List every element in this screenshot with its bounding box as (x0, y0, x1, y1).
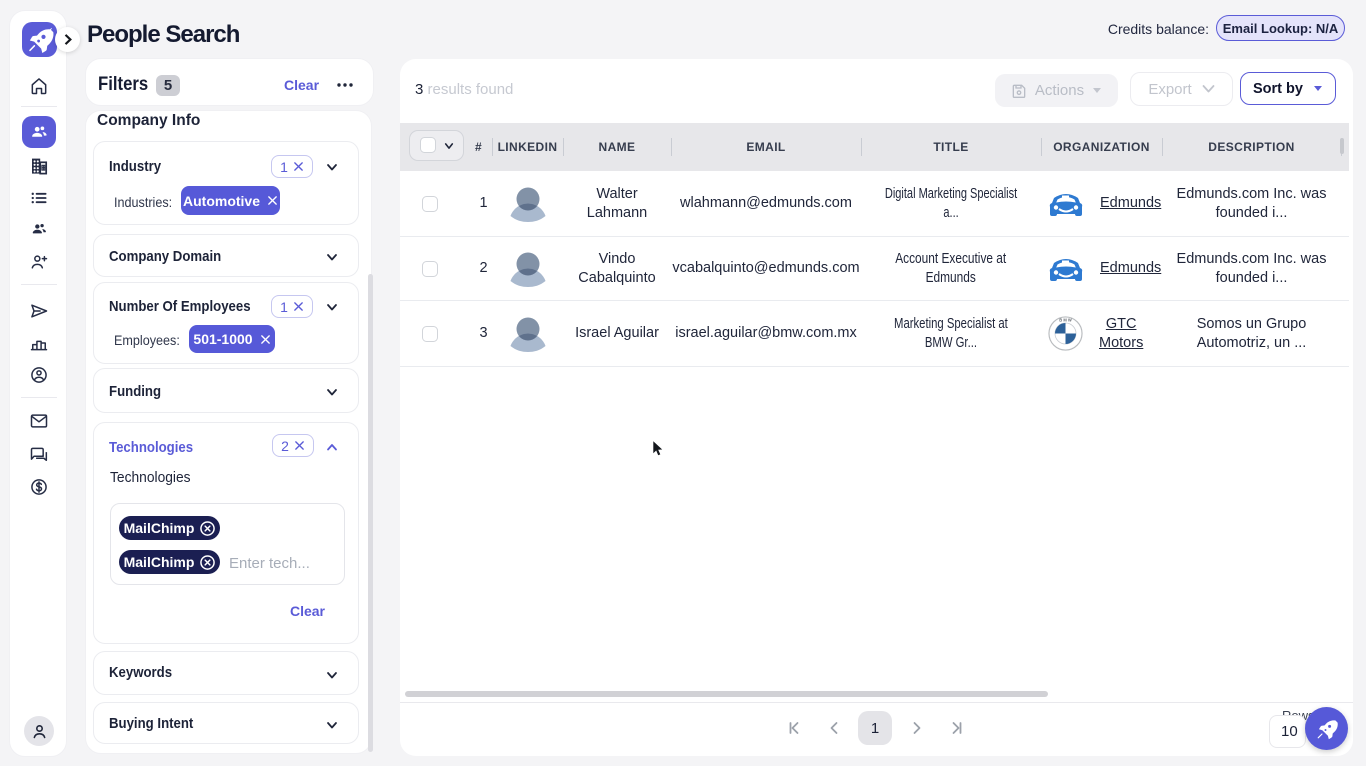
svg-text:B M W: B M W (1059, 318, 1072, 323)
